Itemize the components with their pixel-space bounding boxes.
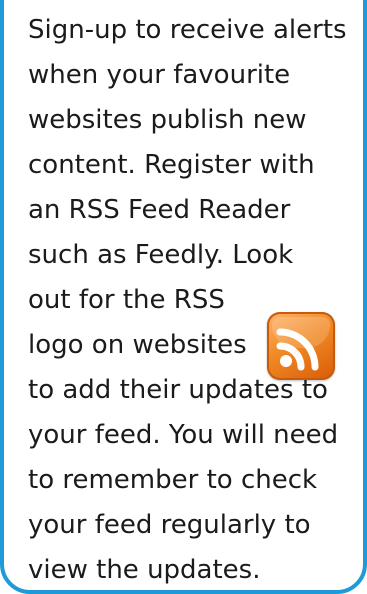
text-line: when your favourite: [28, 60, 291, 90]
text-line: logo on websites: [28, 330, 247, 360]
text-line: such as Feedly. Look: [28, 240, 294, 270]
text-line: view the updates.: [28, 555, 261, 585]
rss-icon: [267, 312, 335, 380]
text-line: Sign-up to receive alerts: [28, 15, 347, 45]
text-line: to remember to check: [28, 465, 318, 495]
text-line: websites publish new: [28, 105, 307, 135]
text-line: out for the RSS: [28, 285, 225, 315]
text-line: an RSS Feed Reader: [28, 195, 291, 225]
text-line: your feed. You will need: [28, 420, 339, 450]
text-line: your feed regularly to: [28, 510, 311, 540]
text-line: content. Register with: [28, 150, 315, 180]
